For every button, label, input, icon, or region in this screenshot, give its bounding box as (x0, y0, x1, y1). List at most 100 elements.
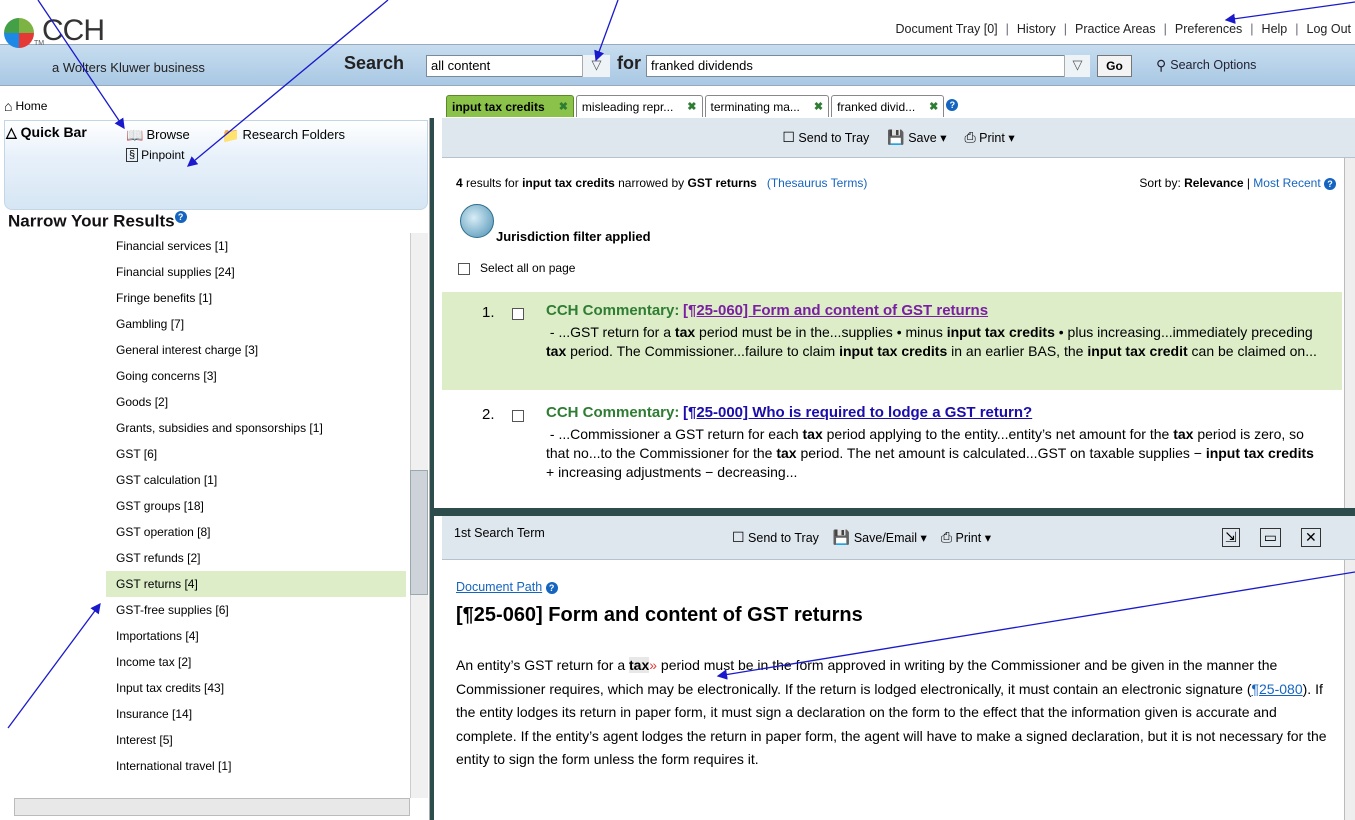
home-icon: ⌂ (4, 98, 13, 114)
cross-reference-link[interactable]: ¶25-080 (1252, 681, 1303, 697)
tab-input-tax-credits[interactable]: input tax credits ✖ (446, 95, 574, 117)
facet-item[interactable]: Fringe benefits [1] (106, 285, 406, 311)
maximize-icon[interactable]: ▭ (1259, 528, 1281, 547)
jurisdiction-status: Jurisdiction filter applied (496, 229, 651, 244)
facet-item[interactable]: International travel [1] (106, 753, 406, 779)
book-icon: 📖 (126, 126, 144, 143)
result-snippet: - ...Commissioner a GST return for each … (546, 426, 1314, 480)
print-button[interactable]: ⎙ Print ▾ (964, 130, 1014, 145)
search-term-label[interactable]: 1st Search Term (454, 526, 545, 540)
result-title-link[interactable]: [¶25-060] Form and content of GST return… (683, 302, 988, 319)
panel-divider[interactable] (430, 118, 434, 820)
pane-divider[interactable] (434, 508, 1355, 516)
search-label: Search (344, 53, 405, 73)
facet-item[interactable]: Financial supplies [24] (106, 259, 406, 285)
print-button[interactable]: ⎙ Print ▾ (941, 530, 991, 545)
horizontal-scrollbar[interactable] (14, 798, 410, 816)
close-icon[interactable]: ✖ (687, 100, 696, 113)
facet-item-selected[interactable]: GST returns [4] (106, 571, 406, 597)
history-link[interactable]: History (1017, 22, 1056, 36)
sort-most-recent[interactable]: Most Recent (1253, 176, 1320, 190)
facet-item[interactable]: GST-free supplies [6] (106, 597, 406, 623)
tray-icon: ☐ (732, 529, 745, 545)
close-icon[interactable]: ✖ (559, 100, 568, 113)
document-body: An entity’s GST return for a tax» period… (456, 657, 1327, 767)
select-all-checkbox[interactable] (458, 262, 470, 275)
result-item: 2. CCH Commentary: [¶25-000] Who is requ… (442, 398, 1342, 498)
export-icon[interactable]: ⇲ (1222, 528, 1240, 547)
facet-item[interactable]: Gambling [7] (106, 311, 406, 337)
preferences-link[interactable]: Preferences (1175, 22, 1242, 36)
sort-relevance[interactable]: Relevance (1184, 176, 1243, 190)
search-options-link[interactable]: ⚲ Search Options (1156, 58, 1256, 72)
result-heading: CCH Commentary: [¶25-060] Form and conte… (546, 302, 988, 319)
help-link[interactable]: Help (1262, 22, 1288, 36)
save-button[interactable]: 💾 Save ▾ (887, 130, 946, 145)
facet-item[interactable]: Grants, subsidies and sponsorships [1] (106, 415, 406, 441)
results-for-text: results for (466, 176, 519, 190)
go-button[interactable]: Go (1097, 55, 1132, 77)
facet-item[interactable]: GST groups [18] (106, 493, 406, 519)
thesaurus-link[interactable]: (Thesaurus Terms) (767, 176, 867, 190)
help-icon[interactable]: ? (545, 582, 558, 594)
document-path-link[interactable]: Document Path (456, 580, 542, 594)
close-icon[interactable]: ✖ (929, 100, 938, 113)
document-tray-link[interactable]: Document Tray [0] (896, 22, 998, 36)
facet-scroll-thumb[interactable] (410, 470, 428, 595)
send-to-tray-button[interactable]: ☐ Send to Tray (732, 530, 819, 545)
facet-item[interactable]: Interest [5] (106, 727, 406, 753)
facet-item[interactable]: Going concerns [3] (106, 363, 406, 389)
send-to-tray-button[interactable]: ☐ Send to Tray (782, 130, 869, 145)
results-pane: 4 results for input tax credits narrowed… (442, 158, 1342, 508)
search-input[interactable]: franked dividends (646, 55, 1090, 77)
result-checkbox[interactable] (512, 407, 524, 422)
log-out-link[interactable]: Log Out (1307, 22, 1351, 36)
quick-bar-tab[interactable]: △ Quick Bar (6, 124, 87, 141)
result-number: 2. (482, 406, 495, 423)
facet-item[interactable]: GST calculation [1] (106, 467, 406, 493)
facet-item[interactable]: Income tax [2] (106, 649, 406, 675)
cch-logo-icon (4, 18, 34, 48)
facet-item[interactable]: General interest charge [3] (106, 337, 406, 363)
close-icon[interactable]: ✕ (1300, 528, 1321, 547)
research-folders-link[interactable]: 📁 Research Folders (222, 127, 345, 142)
document-scrollbar[interactable] (1344, 560, 1355, 820)
tab-terminating[interactable]: terminating ma... ✖ (704, 95, 830, 117)
tab-label: franked divid... (837, 99, 916, 114)
facet-item[interactable]: Importations [4] (106, 623, 406, 649)
home-link[interactable]: ⌂ Home (4, 99, 47, 113)
results-count: 4 (456, 176, 463, 190)
facet-item[interactable]: GST refunds [2] (106, 545, 406, 571)
save-email-button[interactable]: 💾 Save/Email ▾ (833, 530, 927, 545)
facet-item[interactable]: GST [6] (106, 441, 406, 467)
document-title: [¶25-060] Form and content of GST return… (456, 604, 863, 626)
results-scrollbar[interactable] (1344, 158, 1355, 508)
practice-areas-link[interactable]: Practice Areas (1075, 22, 1156, 36)
facet-item[interactable]: Insurance [14] (106, 701, 406, 727)
help-icon[interactable]: ? (946, 99, 959, 111)
close-icon[interactable]: ✖ (814, 100, 823, 113)
top-nav: Document Tray [0] | History | Practice Are… (895, 22, 1351, 36)
triangle-icon: △ (6, 124, 21, 140)
results-summary: 4 results for input tax credits narrowed… (456, 176, 1336, 190)
facet-item[interactable]: Input tax credits [43] (106, 675, 406, 701)
facet-item[interactable]: GST operation [8] (106, 519, 406, 545)
help-icon[interactable]: ? (1324, 178, 1336, 190)
select-all-label: Select all on page (480, 261, 576, 275)
tab-misleading[interactable]: misleading repr... ✖ (575, 95, 703, 117)
tab-franked[interactable]: franked divid... ✖ (831, 95, 945, 117)
save-label: Save (908, 131, 937, 145)
print-label: Print (979, 131, 1005, 145)
facet-item[interactable]: Financial services [1] (106, 233, 406, 259)
result-title-link[interactable]: [¶25-000] Who is required to lodge a GST… (683, 404, 1032, 421)
narrowed-by-text: narrowed by (618, 176, 685, 190)
result-number: 1. (482, 304, 495, 321)
help-icon[interactable]: ? (174, 211, 187, 223)
query-dropdown-icon[interactable]: ▽ (1064, 55, 1090, 77)
browse-link[interactable]: 📖 Browse (126, 127, 190, 142)
scope-dropdown-icon[interactable]: ▽ (582, 55, 610, 77)
facet-item[interactable]: Goods [2] (106, 389, 406, 415)
result-checkbox[interactable] (512, 305, 524, 320)
result-item: 1. CCH Commentary: [¶25-060] Form and co… (442, 292, 1342, 390)
pinpoint-link[interactable]: § Pinpoint (126, 148, 185, 162)
